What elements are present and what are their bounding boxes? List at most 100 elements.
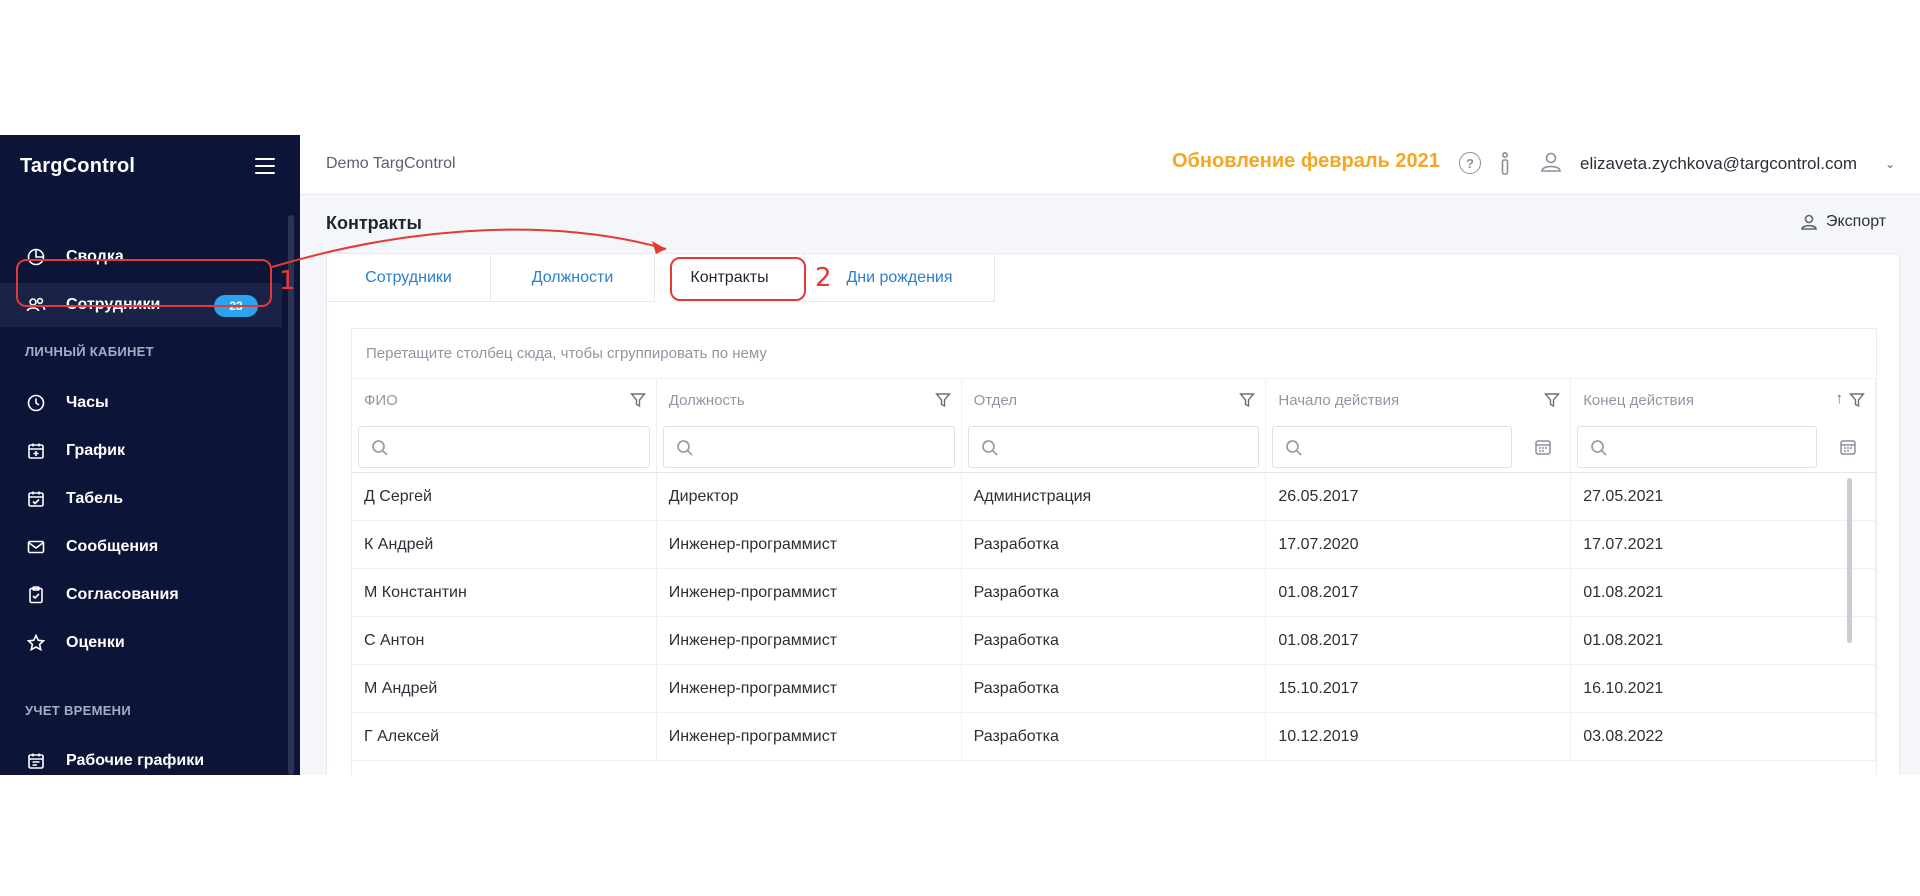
sort-ascending-icon[interactable]: ↑ <box>1835 390 1843 407</box>
app-window: TargControl Сводка Сотрудники 23 ЛИЧНЫЙ … <box>0 135 1920 775</box>
cell-fio: Д Сергей <box>352 473 657 520</box>
cell-end-date: 17.07.2021 <box>1571 521 1876 568</box>
cell-department: Разработка <box>962 713 1267 760</box>
column-header-position[interactable]: Должность <box>657 379 962 421</box>
group-panel[interactable]: Перетащите столбец сюда, чтобы сгруппиро… <box>352 329 1876 379</box>
column-header-department[interactable]: Отдел <box>962 379 1267 421</box>
filter-icon[interactable] <box>1544 392 1561 408</box>
cell-fio: С Антон <box>352 617 657 664</box>
sidebar-item-label: Рабочие графики <box>66 752 205 769</box>
calendar-icon <box>26 751 46 771</box>
export-label: Экспорт <box>1826 213 1887 230</box>
calendar-icon[interactable] <box>1534 438 1552 456</box>
tab-bar: Сотрудники Должности Контракты Дни рожде… <box>327 254 995 302</box>
cell-start-date: 26.05.2017 <box>1266 473 1572 520</box>
table-row[interactable]: С Антон Инженер-программист Разработка 0… <box>352 617 1876 665</box>
employees-count-badge: 23 <box>214 295 258 317</box>
filter-icon[interactable] <box>629 392 646 408</box>
annotation-number-2: 2 <box>815 263 832 293</box>
filter-cell-department <box>962 421 1267 472</box>
sidebar-item-label: Сводка <box>66 248 124 265</box>
update-link[interactable]: Обновление февраль 2021 <box>1172 150 1440 173</box>
cell-start-date: 01.08.2017 <box>1266 569 1572 616</box>
column-header-start-date[interactable]: Начало действия <box>1266 379 1572 421</box>
cell-fio: К Андрей <box>352 521 657 568</box>
search-icon <box>372 440 388 456</box>
filter-cell-fio <box>352 421 657 472</box>
info-icon[interactable] <box>1498 151 1512 177</box>
export-icon <box>1801 214 1817 230</box>
help-icon[interactable]: ? <box>1459 152 1481 174</box>
search-icon <box>1286 440 1303 456</box>
calendar-icon[interactable] <box>1839 438 1857 456</box>
grid-scrollbar[interactable] <box>1847 478 1852 643</box>
chevron-down-icon[interactable]: ⌄ <box>1885 157 1895 171</box>
calendar-plus-icon <box>26 441 46 461</box>
hamburger-menu-icon[interactable] <box>255 158 275 174</box>
search-input-position[interactable] <box>662 426 955 468</box>
search-input-department[interactable] <box>967 426 1260 468</box>
sidebar-item-approvals[interactable]: Согласования <box>0 573 282 617</box>
tab-positions[interactable]: Должности <box>491 254 655 302</box>
grid-filter-row <box>352 421 1876 473</box>
user-email[interactable]: elizaveta.zychkova@targcontrol.com <box>1580 154 1857 174</box>
sidebar-item-ratings[interactable]: Оценки <box>0 621 282 665</box>
cell-fio: М Константин <box>352 569 657 616</box>
cell-position: Инженер-программист <box>657 617 962 664</box>
sidebar-item-work-schedules[interactable]: Рабочие графики <box>0 739 282 775</box>
cell-start-date: 15.10.2017 <box>1266 665 1572 712</box>
user-icon[interactable] <box>1539 150 1563 174</box>
cell-position: Инженер-программист <box>657 569 962 616</box>
tab-contracts[interactable]: Контракты <box>655 254 805 302</box>
filter-cell-end-date <box>1571 421 1876 472</box>
sidebar-item-schedule[interactable]: График <box>0 429 282 473</box>
top-bar: Demo TargControl Обновление февраль 2021… <box>300 135 1920 195</box>
users-icon <box>26 295 46 315</box>
search-input-start-date[interactable] <box>1272 426 1513 468</box>
search-icon <box>676 440 693 456</box>
search-input-fio[interactable] <box>358 426 650 468</box>
sidebar-item-hours[interactable]: Часы <box>0 381 282 425</box>
cell-position: Директор <box>657 473 962 520</box>
sidebar-item-timesheet[interactable]: Табель <box>0 477 282 521</box>
sidebar-item-messages[interactable]: Сообщения <box>0 525 282 569</box>
cell-end-date: 01.08.2021 <box>1571 617 1876 664</box>
sidebar-item-label: Часы <box>66 394 109 411</box>
sidebar-scrollbar[interactable] <box>288 215 294 775</box>
column-header-label: Конец действия <box>1583 391 1694 409</box>
filter-icon[interactable] <box>934 392 951 408</box>
grid-body: Д Сергей Директор Администрация 26.05.20… <box>352 473 1876 761</box>
contracts-grid: Перетащите столбец сюда, чтобы сгруппиро… <box>351 328 1877 775</box>
cell-end-date: 01.08.2021 <box>1571 569 1876 616</box>
cell-fio: М Андрей <box>352 665 657 712</box>
column-header-fio[interactable]: ФИО <box>352 379 657 421</box>
table-row[interactable]: Д Сергей Директор Администрация 26.05.20… <box>352 473 1876 521</box>
table-row[interactable]: Г Алексей Инженер-программист Разработка… <box>352 713 1876 761</box>
breadcrumb[interactable]: Demo TargControl <box>326 155 456 173</box>
cell-position: Инженер-программист <box>657 713 962 760</box>
search-input-end-date[interactable] <box>1577 426 1818 468</box>
star-icon <box>26 633 46 653</box>
cell-department: Разработка <box>962 617 1267 664</box>
tab-employees[interactable]: Сотрудники <box>327 254 491 302</box>
cell-department: Разработка <box>962 665 1267 712</box>
clock-icon <box>26 393 46 413</box>
cell-department: Разработка <box>962 521 1267 568</box>
tab-birthdays[interactable]: Дни рождения <box>805 254 995 302</box>
sidebar-item-employees[interactable]: Сотрудники 23 <box>0 283 282 327</box>
grid-header-row: ФИО Должность Отдел Начало действия Коне… <box>352 379 1876 421</box>
column-header-end-date[interactable]: Конец действия ↑ <box>1571 379 1876 421</box>
table-row[interactable]: М Андрей Инженер-программист Разработка … <box>352 665 1876 713</box>
cell-fio: Г Алексей <box>352 713 657 760</box>
export-button[interactable]: Экспорт <box>1800 213 1886 231</box>
sidebar-item-label: Сообщения <box>66 538 159 555</box>
column-header-label: Должность <box>668 391 745 409</box>
sidebar-item-label: Оценки <box>66 634 125 651</box>
search-icon <box>981 440 998 456</box>
column-header-label: ФИО <box>364 391 398 409</box>
table-row[interactable]: М Константин Инженер-программист Разрабо… <box>352 569 1876 617</box>
filter-icon[interactable] <box>1848 392 1865 408</box>
table-row[interactable]: К Андрей Инженер-программист Разработка … <box>352 521 1876 569</box>
filter-icon[interactable] <box>1239 392 1256 408</box>
sidebar-item-svodka[interactable]: Сводка <box>0 235 282 279</box>
